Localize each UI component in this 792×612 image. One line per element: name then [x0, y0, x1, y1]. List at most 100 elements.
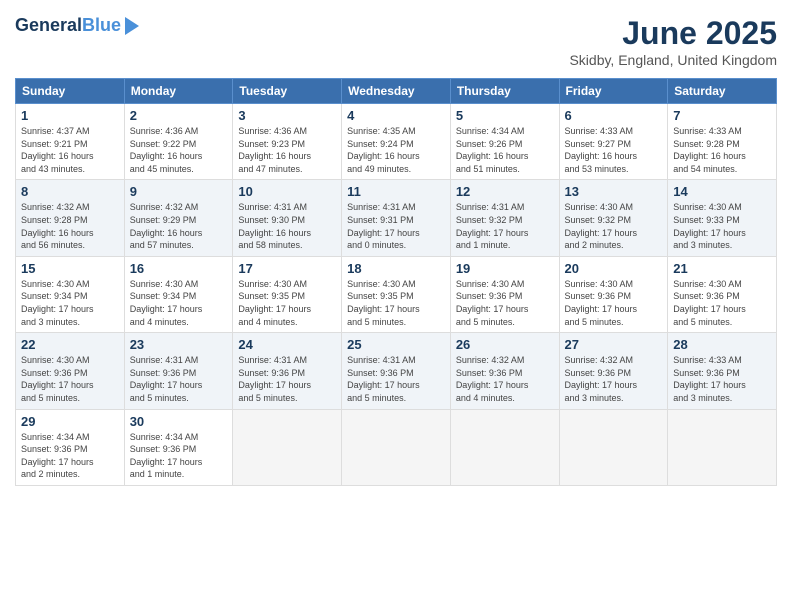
- day-info: Sunrise: 4:36 AM Sunset: 9:23 PM Dayligh…: [238, 125, 336, 175]
- day-info: Sunrise: 4:31 AM Sunset: 9:36 PM Dayligh…: [130, 354, 228, 404]
- day-info: Sunrise: 4:30 AM Sunset: 9:34 PM Dayligh…: [21, 278, 119, 328]
- day-info: Sunrise: 4:32 AM Sunset: 9:36 PM Dayligh…: [456, 354, 554, 404]
- calendar-cell: 6 Sunrise: 4:33 AM Sunset: 9:27 PM Daylig…: [559, 104, 668, 180]
- day-info: Sunrise: 4:31 AM Sunset: 9:36 PM Dayligh…: [347, 354, 445, 404]
- day-number: 16: [130, 261, 228, 276]
- calendar-cell: 29 Sunrise: 4:34 AM Sunset: 9:36 PM Dayli…: [16, 409, 125, 485]
- day-number: 29: [21, 414, 119, 429]
- day-info: Sunrise: 4:33 AM Sunset: 9:28 PM Dayligh…: [673, 125, 771, 175]
- day-number: 23: [130, 337, 228, 352]
- day-number: 6: [565, 108, 663, 123]
- calendar-cell: 16 Sunrise: 4:30 AM Sunset: 9:34 PM Dayli…: [124, 256, 233, 332]
- calendar-cell: 5 Sunrise: 4:34 AM Sunset: 9:26 PM Daylig…: [450, 104, 559, 180]
- day-info: Sunrise: 4:31 AM Sunset: 9:30 PM Dayligh…: [238, 201, 336, 251]
- day-number: 22: [21, 337, 119, 352]
- col-header-tuesday: Tuesday: [233, 79, 342, 104]
- calendar-cell: 30 Sunrise: 4:34 AM Sunset: 9:36 PM Dayli…: [124, 409, 233, 485]
- day-info: Sunrise: 4:33 AM Sunset: 9:36 PM Dayligh…: [673, 354, 771, 404]
- calendar-cell: 10 Sunrise: 4:31 AM Sunset: 9:30 PM Dayli…: [233, 180, 342, 256]
- day-number: 19: [456, 261, 554, 276]
- calendar-cell: 8 Sunrise: 4:32 AM Sunset: 9:28 PM Daylig…: [16, 180, 125, 256]
- col-header-wednesday: Wednesday: [342, 79, 451, 104]
- calendar-cell: 2Sunrise: 4:36 AM Sunset: 9:22 PM Daylig…: [124, 104, 233, 180]
- calendar-cell: 21 Sunrise: 4:30 AM Sunset: 9:36 PM Dayli…: [668, 256, 777, 332]
- calendar: SundayMondayTuesdayWednesdayThursdayFrid…: [15, 78, 777, 486]
- day-number: 10: [238, 184, 336, 199]
- day-info: Sunrise: 4:31 AM Sunset: 9:31 PM Dayligh…: [347, 201, 445, 251]
- day-info: Sunrise: 4:30 AM Sunset: 9:33 PM Dayligh…: [673, 201, 771, 251]
- day-number: 13: [565, 184, 663, 199]
- calendar-cell: 4 Sunrise: 4:35 AM Sunset: 9:24 PM Daylig…: [342, 104, 451, 180]
- day-number: 15: [21, 261, 119, 276]
- calendar-cell: 15 Sunrise: 4:30 AM Sunset: 9:34 PM Dayli…: [16, 256, 125, 332]
- calendar-cell: [559, 409, 668, 485]
- day-number: 30: [130, 414, 228, 429]
- calendar-body: 1Sunrise: 4:37 AM Sunset: 9:21 PM Daylig…: [16, 104, 777, 486]
- logo-text: GeneralBlue: [15, 15, 121, 37]
- day-number: 21: [673, 261, 771, 276]
- calendar-cell: 24 Sunrise: 4:31 AM Sunset: 9:36 PM Dayli…: [233, 333, 342, 409]
- col-header-monday: Monday: [124, 79, 233, 104]
- day-info: Sunrise: 4:34 AM Sunset: 9:36 PM Dayligh…: [21, 431, 119, 481]
- day-number: 25: [347, 337, 445, 352]
- col-header-sunday: Sunday: [16, 79, 125, 104]
- calendar-cell: [233, 409, 342, 485]
- calendar-cell: 19Sunrise: 4:30 AM Sunset: 9:36 PM Dayli…: [450, 256, 559, 332]
- calendar-cell: 13 Sunrise: 4:30 AM Sunset: 9:32 PM Dayli…: [559, 180, 668, 256]
- day-number: 20: [565, 261, 663, 276]
- day-info: Sunrise: 4:36 AM Sunset: 9:22 PM Dayligh…: [130, 125, 228, 175]
- day-info: Sunrise: 4:32 AM Sunset: 9:36 PM Dayligh…: [565, 354, 663, 404]
- day-info: Sunrise: 4:33 AM Sunset: 9:27 PM Dayligh…: [565, 125, 663, 175]
- header: GeneralBlue June 2025 Skidby, England, U…: [15, 15, 777, 68]
- day-info: Sunrise: 4:30 AM Sunset: 9:34 PM Dayligh…: [130, 278, 228, 328]
- calendar-cell: 9Sunrise: 4:32 AM Sunset: 9:29 PM Daylig…: [124, 180, 233, 256]
- day-info: Sunrise: 4:31 AM Sunset: 9:36 PM Dayligh…: [238, 354, 336, 404]
- day-number: 14: [673, 184, 771, 199]
- day-info: Sunrise: 4:30 AM Sunset: 9:36 PM Dayligh…: [673, 278, 771, 328]
- day-number: 12: [456, 184, 554, 199]
- calendar-cell: 18 Sunrise: 4:30 AM Sunset: 9:35 PM Dayli…: [342, 256, 451, 332]
- day-number: 5: [456, 108, 554, 123]
- day-number: 7: [673, 108, 771, 123]
- logo-arrow-icon: [125, 17, 139, 35]
- day-info: Sunrise: 4:37 AM Sunset: 9:21 PM Dayligh…: [21, 125, 119, 175]
- col-header-friday: Friday: [559, 79, 668, 104]
- title-area: June 2025 Skidby, England, United Kingdo…: [569, 15, 777, 68]
- day-info: Sunrise: 4:30 AM Sunset: 9:35 PM Dayligh…: [347, 278, 445, 328]
- day-number: 18: [347, 261, 445, 276]
- day-info: Sunrise: 4:30 AM Sunset: 9:35 PM Dayligh…: [238, 278, 336, 328]
- logo: GeneralBlue: [15, 15, 139, 37]
- subtitle: Skidby, England, United Kingdom: [569, 52, 777, 68]
- day-info: Sunrise: 4:32 AM Sunset: 9:28 PM Dayligh…: [21, 201, 119, 251]
- col-header-thursday: Thursday: [450, 79, 559, 104]
- day-number: 27: [565, 337, 663, 352]
- day-number: 8: [21, 184, 119, 199]
- day-number: 28: [673, 337, 771, 352]
- calendar-cell: 22 Sunrise: 4:30 AM Sunset: 9:36 PM Dayli…: [16, 333, 125, 409]
- col-header-saturday: Saturday: [668, 79, 777, 104]
- day-info: Sunrise: 4:35 AM Sunset: 9:24 PM Dayligh…: [347, 125, 445, 175]
- calendar-header: SundayMondayTuesdayWednesdayThursdayFrid…: [16, 79, 777, 104]
- calendar-cell: 17 Sunrise: 4:30 AM Sunset: 9:35 PM Dayli…: [233, 256, 342, 332]
- day-info: Sunrise: 4:30 AM Sunset: 9:32 PM Dayligh…: [565, 201, 663, 251]
- day-number: 11: [347, 184, 445, 199]
- main-title: June 2025: [569, 15, 777, 52]
- calendar-cell: [342, 409, 451, 485]
- day-info: Sunrise: 4:34 AM Sunset: 9:36 PM Dayligh…: [130, 431, 228, 481]
- calendar-cell: 11 Sunrise: 4:31 AM Sunset: 9:31 PM Dayli…: [342, 180, 451, 256]
- day-info: Sunrise: 4:34 AM Sunset: 9:26 PM Dayligh…: [456, 125, 554, 175]
- day-info: Sunrise: 4:30 AM Sunset: 9:36 PM Dayligh…: [21, 354, 119, 404]
- calendar-cell: 27 Sunrise: 4:32 AM Sunset: 9:36 PM Dayli…: [559, 333, 668, 409]
- calendar-cell: 12Sunrise: 4:31 AM Sunset: 9:32 PM Dayli…: [450, 180, 559, 256]
- day-number: 17: [238, 261, 336, 276]
- calendar-cell: 1Sunrise: 4:37 AM Sunset: 9:21 PM Daylig…: [16, 104, 125, 180]
- calendar-cell: 7 Sunrise: 4:33 AM Sunset: 9:28 PM Daylig…: [668, 104, 777, 180]
- day-number: 9: [130, 184, 228, 199]
- calendar-cell: 23 Sunrise: 4:31 AM Sunset: 9:36 PM Dayli…: [124, 333, 233, 409]
- calendar-cell: 28 Sunrise: 4:33 AM Sunset: 9:36 PM Dayli…: [668, 333, 777, 409]
- calendar-cell: [450, 409, 559, 485]
- day-number: 26: [456, 337, 554, 352]
- day-number: 4: [347, 108, 445, 123]
- calendar-cell: 14 Sunrise: 4:30 AM Sunset: 9:33 PM Dayli…: [668, 180, 777, 256]
- day-number: 24: [238, 337, 336, 352]
